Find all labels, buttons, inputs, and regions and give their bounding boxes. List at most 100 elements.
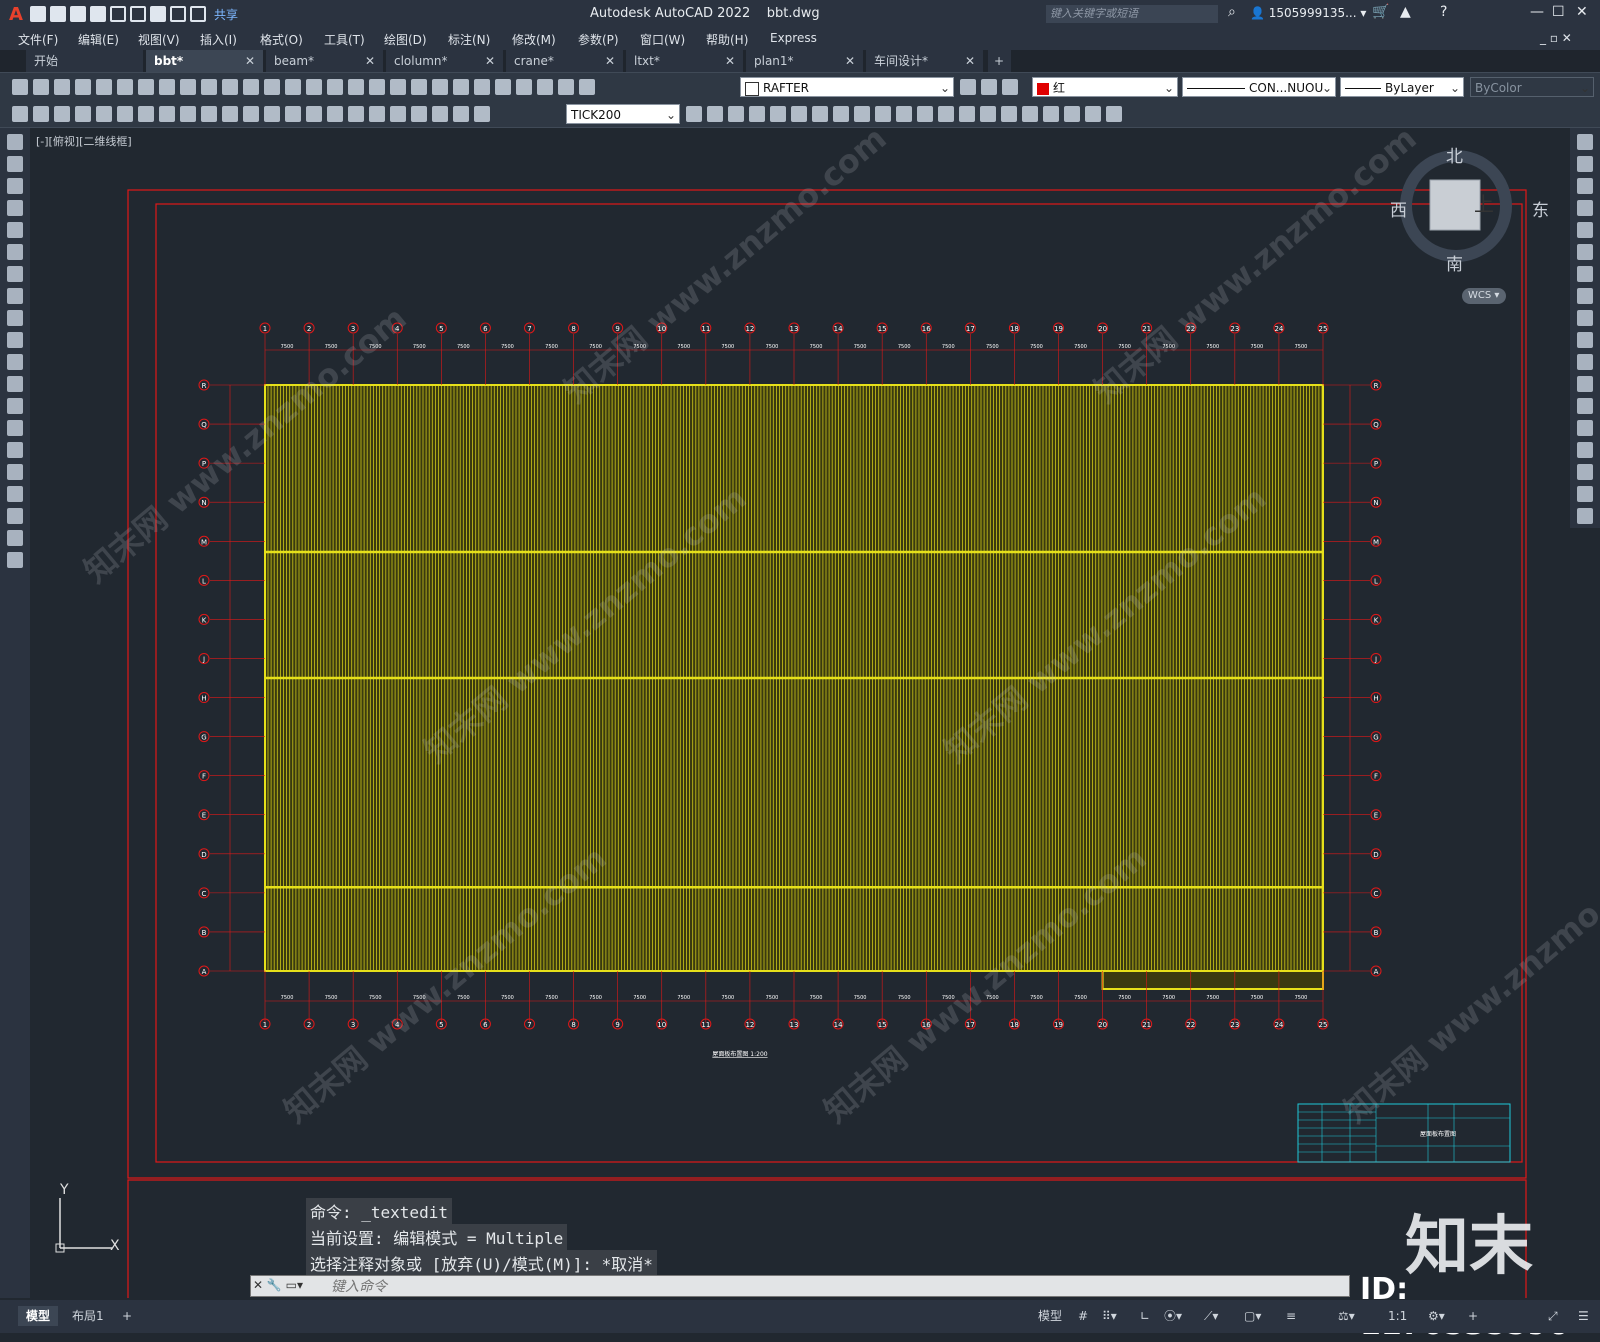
tool-icon[interactable] bbox=[54, 106, 70, 122]
model-space-button[interactable]: 模型 bbox=[1030, 1306, 1070, 1326]
ellipse-arc-icon[interactable] bbox=[7, 354, 23, 370]
dim-style-icon[interactable] bbox=[686, 106, 702, 122]
polygon-icon[interactable] bbox=[7, 200, 23, 216]
close-tab-icon[interactable]: ✕ bbox=[845, 50, 855, 72]
break-point-icon[interactable] bbox=[1577, 376, 1593, 392]
explode-icon[interactable] bbox=[1577, 508, 1593, 524]
break-icon[interactable] bbox=[1577, 398, 1593, 414]
design-center-icon[interactable] bbox=[390, 79, 406, 95]
block-icon[interactable] bbox=[1106, 106, 1122, 122]
arc-icon[interactable] bbox=[7, 244, 23, 260]
help-icon[interactable] bbox=[495, 79, 511, 95]
mtext-icon[interactable] bbox=[7, 530, 23, 546]
line-icon[interactable] bbox=[7, 134, 23, 150]
minimize-button[interactable]: — bbox=[1530, 4, 1544, 20]
tool-icon[interactable] bbox=[33, 106, 49, 122]
ungroup-icon[interactable] bbox=[1085, 106, 1101, 122]
menu-draw[interactable]: 绘图(D) bbox=[384, 31, 427, 48]
close-tab-icon[interactable]: ✕ bbox=[965, 50, 975, 72]
color-dropdown[interactable]: 红 ⌄ bbox=[1032, 77, 1178, 97]
cut-icon[interactable] bbox=[159, 79, 175, 95]
close-tab-icon[interactable]: ✕ bbox=[245, 50, 255, 72]
fillet-icon[interactable] bbox=[1577, 464, 1593, 480]
explode-icon[interactable] bbox=[1043, 106, 1059, 122]
user-account[interactable]: 👤 1505999135... ▾ bbox=[1250, 6, 1366, 20]
plot-icon[interactable] bbox=[150, 6, 166, 22]
paste-icon[interactable] bbox=[201, 79, 217, 95]
zoom-previous-icon[interactable] bbox=[348, 79, 364, 95]
polar-icon[interactable]: ⦿▾ bbox=[1156, 1306, 1190, 1326]
customize-menu-icon[interactable]: ☰ bbox=[1570, 1306, 1597, 1326]
scale-icon[interactable] bbox=[1577, 288, 1593, 304]
join-icon[interactable] bbox=[959, 106, 975, 122]
share-button[interactable]: 共享 bbox=[214, 6, 238, 23]
tab-model[interactable]: 模型 bbox=[18, 1306, 59, 1326]
preview-icon[interactable] bbox=[96, 79, 112, 95]
plus-icon[interactable]: + bbox=[1460, 1306, 1486, 1326]
lineweight-dropdown[interactable]: ByLayer ⌄ bbox=[1340, 77, 1464, 97]
jogged-dim-icon[interactable] bbox=[180, 106, 196, 122]
search-icon[interactable]: ⌕ bbox=[1228, 4, 1236, 20]
autocad-logo-icon[interactable]: A bbox=[6, 4, 26, 25]
undo-icon[interactable] bbox=[243, 79, 259, 95]
trim-icon[interactable] bbox=[896, 106, 912, 122]
sheet-set-icon[interactable] bbox=[432, 79, 448, 95]
save-icon[interactable] bbox=[70, 6, 86, 22]
gear-icon[interactable]: ⚙▾ bbox=[1420, 1306, 1453, 1326]
linetype-dropdown[interactable]: CON...NUOU ⌄ bbox=[1182, 77, 1336, 97]
ordinate-dim-icon[interactable] bbox=[138, 106, 154, 122]
chamfer-icon[interactable] bbox=[1577, 442, 1593, 458]
quick-dim-icon[interactable] bbox=[243, 106, 259, 122]
autodesk-a360-icon[interactable]: ▲ bbox=[1400, 4, 1411, 20]
open-icon[interactable] bbox=[33, 79, 49, 95]
arc-length-icon[interactable] bbox=[117, 106, 133, 122]
new-tab-button[interactable]: + bbox=[988, 50, 1012, 72]
menu-format[interactable]: 格式(O) bbox=[260, 31, 303, 48]
compass-west[interactable]: 西 bbox=[1390, 196, 1407, 221]
wcs-menu[interactable]: WCS ▾ bbox=[1462, 288, 1506, 304]
menu-parametric[interactable]: 参数(P) bbox=[578, 31, 619, 48]
move-icon[interactable] bbox=[812, 106, 828, 122]
save-icon[interactable] bbox=[54, 79, 70, 95]
stretch-icon[interactable] bbox=[875, 106, 891, 122]
scale-icon[interactable] bbox=[854, 106, 870, 122]
linear-dim-icon[interactable] bbox=[75, 106, 91, 122]
3d-print-icon[interactable] bbox=[138, 79, 154, 95]
aligned-dim-icon[interactable] bbox=[96, 106, 112, 122]
tab-plan1[interactable]: plan1* ✕ bbox=[746, 50, 864, 72]
radius-dim-icon[interactable] bbox=[159, 106, 175, 122]
rotate-icon[interactable] bbox=[1577, 266, 1593, 282]
tab-beam[interactable]: beam* ✕ bbox=[266, 50, 384, 72]
move-icon[interactable] bbox=[1577, 244, 1593, 260]
gradient-icon[interactable] bbox=[7, 464, 23, 480]
dimstyle-dropdown[interactable]: TICK200 ⌄ bbox=[566, 104, 680, 124]
menu-file[interactable]: 文件(F) bbox=[18, 31, 58, 48]
command-input[interactable] bbox=[329, 1277, 1233, 1297]
dim-edit-icon[interactable] bbox=[432, 106, 448, 122]
add-layout-button[interactable]: + bbox=[114, 1306, 140, 1326]
menu-view[interactable]: 视图(V) bbox=[138, 31, 180, 48]
continue-dim-icon[interactable] bbox=[285, 106, 301, 122]
layer-lock-icon[interactable] bbox=[579, 79, 595, 95]
cart-icon[interactable]: 🛒 bbox=[1372, 4, 1389, 20]
blend-icon[interactable] bbox=[1022, 106, 1038, 122]
chamfer-icon[interactable] bbox=[980, 106, 996, 122]
save-to-web-icon[interactable] bbox=[130, 6, 146, 22]
mirror-icon[interactable] bbox=[1577, 178, 1593, 194]
erase-icon[interactable] bbox=[1577, 134, 1593, 150]
lineweight-icon[interactable]: ≡ bbox=[1278, 1306, 1304, 1326]
revcloud-icon[interactable] bbox=[7, 288, 23, 304]
copy-icon[interactable] bbox=[180, 79, 196, 95]
offset-icon[interactable] bbox=[770, 106, 786, 122]
construction-line-icon[interactable] bbox=[7, 156, 23, 172]
layer-previous-icon[interactable] bbox=[981, 79, 997, 95]
print-icon[interactable] bbox=[75, 79, 91, 95]
make-current-icon[interactable] bbox=[960, 79, 976, 95]
menu-insert[interactable]: 插入(I) bbox=[200, 31, 237, 48]
drawing-viewport[interactable]: [-][俯视][二维线框] 1 1 2 2 3 3 4 4 5 5 6 6 7 7 8 8 9 9 10 10 11 11… bbox=[30, 128, 1570, 1298]
copy-icon[interactable] bbox=[1577, 156, 1593, 172]
doc-minimize-button[interactable]: _ ▫ ✕ bbox=[1540, 31, 1572, 45]
calculator-icon[interactable] bbox=[474, 79, 490, 95]
tab-bbt[interactable]: bbt* ✕ bbox=[146, 50, 264, 72]
angular-dim-icon[interactable] bbox=[222, 106, 238, 122]
